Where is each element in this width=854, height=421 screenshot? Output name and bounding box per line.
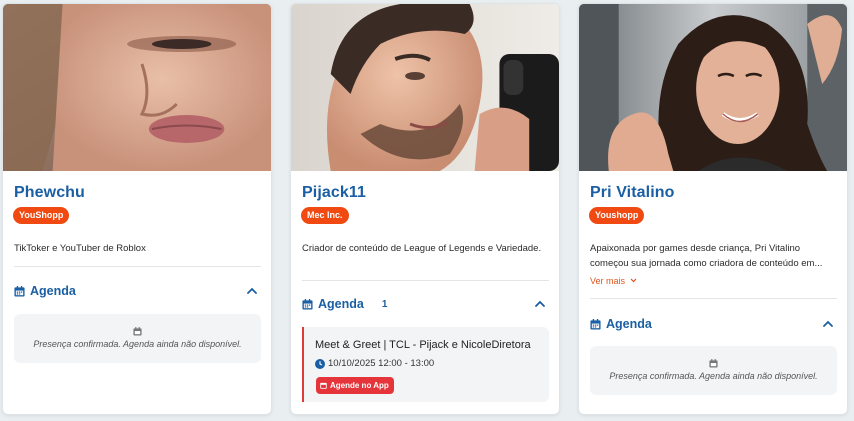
- calendar-icon: [302, 298, 313, 310]
- divider: [302, 280, 549, 281]
- calendar-icon: [320, 382, 327, 389]
- creator-name: Pijack11: [302, 184, 366, 201]
- chevron-down-icon: [630, 278, 636, 283]
- agenda-header[interactable]: Agenda 1: [302, 294, 549, 314]
- chevron-up-icon[interactable]: [533, 297, 547, 311]
- divider: [590, 298, 837, 299]
- calendar-icon: [709, 359, 718, 368]
- creator-photo: [579, 4, 847, 171]
- creator-description: Apaixonada por games desde criança, Pri …: [590, 243, 823, 269]
- agenda-empty-state: Presença confirmada. Agenda ainda não di…: [14, 314, 261, 363]
- event-time: 10/10/2025 12:00 - 13:00: [328, 358, 435, 369]
- brand-badge: Youshopp: [589, 207, 645, 224]
- creator-photo: [3, 4, 271, 171]
- agenda-title: Agenda: [606, 317, 652, 331]
- event-time-row: 10/10/2025 12:00 - 13:00: [315, 358, 434, 369]
- clock-icon: [315, 358, 325, 369]
- agenda-header[interactable]: Agenda: [14, 281, 261, 301]
- creator-card-phewchu: Phewchu YouShopp TikToker e YouTuber de …: [2, 3, 272, 415]
- empty-message: Presença confirmada. Agenda ainda não di…: [33, 339, 242, 349]
- creator-card-pri-vitalino: Pri Vitalino Youshopp Apaixonada por gam…: [578, 3, 848, 415]
- agenda-title: Agenda: [318, 297, 364, 311]
- creator-photo: [291, 4, 559, 171]
- agenda-event: Meet & Greet | TCL - Pijack e NicoleDire…: [302, 327, 549, 402]
- calendar-icon: [14, 285, 25, 297]
- agenda-title: Agenda: [30, 284, 76, 298]
- chevron-up-icon[interactable]: [821, 317, 835, 331]
- agenda-header[interactable]: Agenda: [590, 314, 837, 334]
- creator-description: TikToker e YouTuber de Roblox: [14, 243, 146, 254]
- agenda-empty-state: Presença confirmada. Agenda ainda não di…: [590, 346, 837, 395]
- brand-badge: Mec Inc.: [301, 207, 349, 224]
- calendar-icon: [590, 318, 601, 330]
- brand-badge: YouShopp: [13, 207, 70, 224]
- see-more-label: Ver mais: [590, 276, 626, 286]
- creator-name: Phewchu: [14, 184, 85, 201]
- divider: [14, 266, 261, 267]
- event-title: Meet & Greet | TCL - Pijack e NicoleDire…: [315, 339, 531, 351]
- empty-message: Presença confirmada. Agenda ainda não di…: [609, 371, 818, 381]
- schedule-in-app-button[interactable]: Agende no App: [316, 377, 394, 394]
- chevron-up-icon[interactable]: [245, 284, 259, 298]
- agenda-count: 1: [381, 298, 388, 310]
- see-more-link[interactable]: Ver mais: [590, 276, 637, 286]
- schedule-in-app-label: Agende no App: [330, 381, 389, 390]
- creator-card-pijack11: Pijack11 Mec Inc. Criador de conteúdo de…: [290, 3, 560, 415]
- creator-description: Criador de conteúdo de League of Legends…: [302, 243, 542, 254]
- calendar-icon: [133, 327, 142, 336]
- creator-name: Pri Vitalino: [590, 184, 675, 201]
